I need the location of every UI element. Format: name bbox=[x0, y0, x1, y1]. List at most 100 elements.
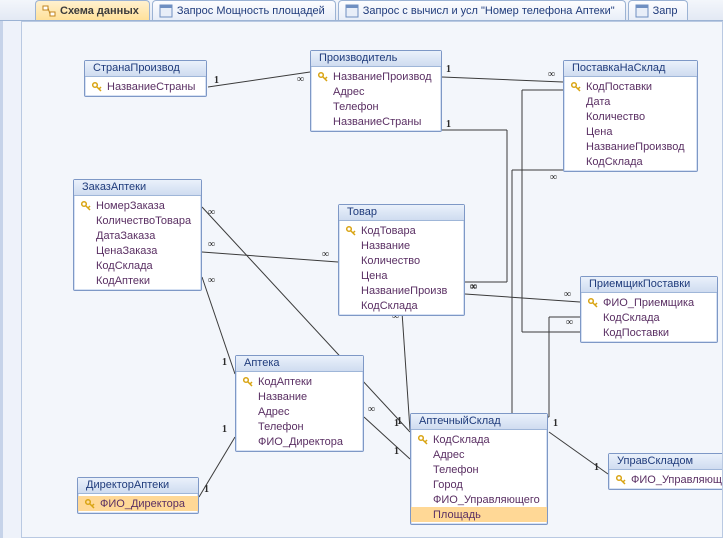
tab-label: Схема данных bbox=[60, 5, 139, 17]
field[interactable]: Город bbox=[411, 477, 547, 492]
key-icon bbox=[345, 225, 357, 237]
field[interactable]: Название bbox=[236, 389, 363, 404]
tab-label: Запрос Мощность площадей bbox=[177, 5, 325, 17]
query-icon bbox=[159, 4, 173, 18]
field[interactable]: Телефон bbox=[311, 99, 441, 114]
table-header[interactable]: СтранаПроизвод bbox=[85, 61, 206, 77]
svg-text:1: 1 bbox=[214, 75, 219, 86]
field-name: Название bbox=[258, 391, 307, 403]
field[interactable]: КодСклада bbox=[74, 258, 201, 273]
field[interactable]: КодСклада bbox=[564, 154, 697, 169]
field[interactable]: ФИО_Директора bbox=[78, 496, 198, 511]
field[interactable]: Название bbox=[339, 238, 464, 253]
field[interactable]: КодАптеки bbox=[74, 273, 201, 288]
field[interactable]: Телефон bbox=[411, 462, 547, 477]
key-icon bbox=[570, 81, 582, 93]
field-name: ФИО_Директора bbox=[258, 436, 343, 448]
svg-text:1: 1 bbox=[553, 418, 558, 429]
key-icon bbox=[91, 81, 103, 93]
table-header[interactable]: Производитель bbox=[311, 51, 441, 67]
key-icon bbox=[587, 297, 599, 309]
table-strana[interactable]: СтранаПроизвод НазваниеСтраны bbox=[84, 60, 207, 97]
key-icon bbox=[80, 200, 92, 212]
table-zakaz[interactable]: ЗаказАптеки НомерЗаказа КоличествоТовараДа… bbox=[73, 179, 202, 291]
field[interactable]: Количество bbox=[339, 253, 464, 268]
table-uprav[interactable]: УправСкладом ФИО_Управляющего bbox=[608, 453, 723, 490]
field[interactable]: КодПоставки bbox=[581, 325, 717, 340]
svg-text:∞: ∞ bbox=[208, 275, 215, 286]
table-priem[interactable]: ПриемщикПоставки ФИО_ПриемщикаКодСклада Ко… bbox=[580, 276, 718, 343]
query-icon bbox=[345, 4, 359, 18]
field[interactable]: КодСклада bbox=[581, 310, 717, 325]
field-name: КодПоставки bbox=[603, 327, 669, 339]
table-apteka[interactable]: Аптека КодАптеки Название АдресТелефон ФИО_Д… bbox=[235, 355, 364, 452]
field[interactable]: Телефон bbox=[236, 419, 363, 434]
field[interactable]: ЦенаЗаказа bbox=[74, 243, 201, 258]
field[interactable]: ФИО_Управляющего bbox=[609, 472, 723, 487]
field[interactable]: НазваниеПроизвод bbox=[311, 69, 441, 84]
svg-text:∞: ∞ bbox=[550, 172, 557, 183]
table-header[interactable]: ПоставкаНаСклад bbox=[564, 61, 697, 77]
field-name: ФИО_Управляющего bbox=[433, 494, 540, 506]
tab-query-3[interactable]: Запр bbox=[628, 0, 689, 20]
field-name: КодСклада bbox=[433, 434, 490, 446]
field[interactable]: ФИО_Управляющего bbox=[411, 492, 547, 507]
table-header[interactable]: АптечныйСклад bbox=[411, 414, 547, 430]
svg-text:∞: ∞ bbox=[208, 239, 215, 250]
tab-query-1[interactable]: Запрос Мощность площадей bbox=[152, 0, 336, 20]
tab-schema[interactable]: Схема данных bbox=[35, 0, 150, 20]
field[interactable]: Адрес bbox=[236, 404, 363, 419]
key-icon bbox=[417, 434, 429, 446]
field[interactable]: Цена bbox=[339, 268, 464, 283]
field[interactable]: ДатаЗаказа bbox=[74, 228, 201, 243]
field[interactable]: ФИО_Приемщика bbox=[581, 295, 717, 310]
field[interactable]: НазваниеПроизвод bbox=[564, 139, 697, 154]
field[interactable]: Площадь bbox=[411, 507, 547, 522]
field-name: Адрес bbox=[258, 406, 290, 418]
field-name: Количество bbox=[361, 255, 420, 267]
field[interactable]: Цена bbox=[564, 124, 697, 139]
svg-text:∞: ∞ bbox=[566, 317, 573, 328]
field[interactable]: КодПоставки bbox=[564, 79, 697, 94]
svg-text:1: 1 bbox=[222, 357, 227, 368]
field-name: ФИО_Управляющего bbox=[631, 474, 723, 486]
svg-text:1: 1 bbox=[394, 446, 399, 457]
field[interactable]: НазваниеПроизв bbox=[339, 283, 464, 298]
table-header[interactable]: ПриемщикПоставки bbox=[581, 277, 717, 293]
svg-text:∞: ∞ bbox=[368, 404, 375, 415]
field[interactable]: Количество bbox=[564, 109, 697, 124]
field-name: Цена bbox=[586, 126, 612, 138]
field[interactable]: ФИО_Директора bbox=[236, 434, 363, 449]
diagram-canvas[interactable]: 1∞1∞1∞∞∞∞1∞∞∞1∞111∞∞11∞1 СтранаПроизводН… bbox=[21, 21, 723, 538]
field[interactable]: Адрес bbox=[411, 447, 547, 462]
tab-query-2[interactable]: Запрос с вычисл и усл "Номер телефона Ап… bbox=[338, 0, 626, 20]
table-header[interactable]: Товар bbox=[339, 205, 464, 221]
field-name: НазваниеПроизвод bbox=[333, 71, 432, 83]
table-direktor[interactable]: ДиректорАптеки ФИО_Директора bbox=[77, 477, 199, 514]
table-header[interactable]: ЗаказАптеки bbox=[74, 180, 201, 196]
query-icon bbox=[635, 4, 649, 18]
table-header[interactable]: ДиректорАптеки bbox=[78, 478, 198, 494]
field-name: КоличествоТовара bbox=[96, 215, 191, 227]
field[interactable]: КоличествоТовара bbox=[74, 213, 201, 228]
table-postavka[interactable]: ПоставкаНаСклад КодПоставкиДатаКоличество… bbox=[563, 60, 698, 172]
field[interactable]: НазваниеСтраны bbox=[85, 79, 206, 94]
field[interactable]: КодАптеки bbox=[236, 374, 363, 389]
svg-text:∞: ∞ bbox=[297, 74, 304, 85]
table-header[interactable]: УправСкладом bbox=[609, 454, 723, 470]
svg-text:∞: ∞ bbox=[470, 281, 477, 292]
field[interactable]: НазваниеСтраны bbox=[311, 114, 441, 129]
svg-text:1: 1 bbox=[394, 418, 399, 429]
field[interactable]: Дата bbox=[564, 94, 697, 109]
field[interactable]: НомерЗаказа bbox=[74, 198, 201, 213]
field[interactable]: КодСклада bbox=[339, 298, 464, 313]
table-proizv[interactable]: Производитель НазваниеПроизводАдресТелефо… bbox=[310, 50, 442, 132]
workspace: 1∞1∞1∞∞∞∞1∞∞∞1∞111∞∞11∞1 СтранаПроизводН… bbox=[0, 21, 723, 538]
relationship-icon bbox=[42, 4, 56, 18]
field[interactable]: Адрес bbox=[311, 84, 441, 99]
table-tovar[interactable]: Товар КодТовараНазвание КоличествоЦенаНазв… bbox=[338, 204, 465, 316]
field[interactable]: КодТовара bbox=[339, 223, 464, 238]
table-sklad[interactable]: АптечныйСклад КодСкладаАдресТелефонГород Ф… bbox=[410, 413, 548, 525]
table-header[interactable]: Аптека bbox=[236, 356, 363, 372]
field[interactable]: КодСклада bbox=[411, 432, 547, 447]
